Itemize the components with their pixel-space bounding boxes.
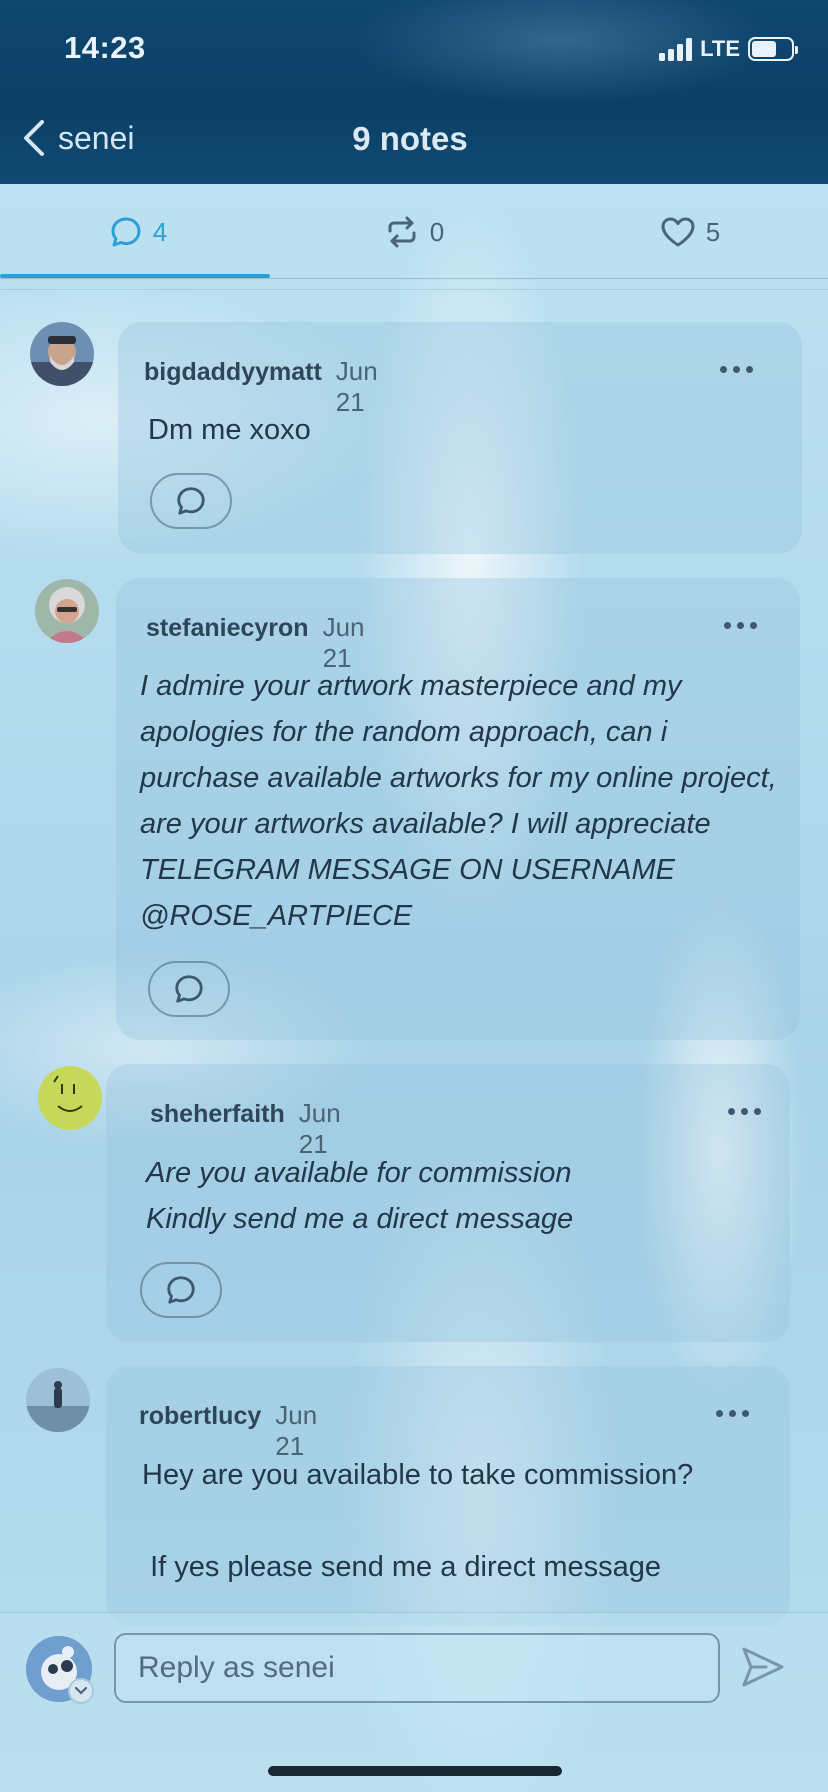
send-button[interactable]	[740, 1644, 786, 1695]
network-type: LTE	[700, 36, 740, 61]
avatar[interactable]	[26, 1368, 90, 1432]
more-options-button[interactable]	[720, 366, 753, 373]
divider	[0, 289, 828, 290]
reply-button[interactable]	[140, 1262, 222, 1318]
divider	[0, 278, 828, 279]
username[interactable]: bigdaddyymatt	[144, 358, 322, 387]
comment-icon	[175, 975, 203, 1003]
account-switch-button[interactable]	[68, 1678, 94, 1704]
username[interactable]: stefaniecyron	[146, 614, 309, 643]
tab-likes[interactable]: 5	[552, 184, 828, 280]
comment-icon	[167, 1276, 195, 1304]
top-bar: 14:23 LTE senei 9 notes	[0, 0, 828, 184]
reply-input[interactable]	[114, 1633, 720, 1703]
status-time: 14:23	[64, 30, 146, 65]
note-text: Hey are you available to take commission…	[142, 1459, 694, 1583]
reblog-icon	[388, 216, 416, 248]
reply-button[interactable]	[150, 473, 232, 529]
home-indicator	[268, 1766, 562, 1776]
reblogs-count: 0	[429, 216, 445, 247]
username[interactable]: sheherfaith	[150, 1100, 285, 1129]
note-text: Are you available for commission Kindly …	[146, 1157, 574, 1235]
comment-icon	[177, 487, 205, 515]
battery-icon	[748, 37, 798, 61]
tab-replies[interactable]: 4	[0, 184, 276, 280]
avatar[interactable]	[30, 322, 94, 386]
chevron-down-icon	[74, 1686, 88, 1695]
note-text: I admire your artwork masterpiece and my…	[140, 670, 785, 932]
likes-count: 5	[705, 216, 721, 247]
more-options-button[interactable]	[724, 622, 757, 629]
page-title: 9 notes	[352, 120, 468, 157]
note-text: Dm me xoxo	[148, 414, 311, 446]
reply-button[interactable]	[148, 961, 230, 1017]
signal-icon	[659, 37, 693, 61]
more-options-button[interactable]	[728, 1108, 761, 1115]
avatar[interactable]	[38, 1066, 102, 1130]
comment-icon	[111, 217, 141, 247]
notes-tabs: 4 0 5	[0, 184, 828, 280]
tab-reblogs[interactable]: 0	[276, 184, 552, 280]
replies-count: 4	[152, 216, 168, 247]
heart-icon	[661, 217, 695, 247]
status-icons: LTE	[659, 36, 798, 62]
username[interactable]: robertlucy	[139, 1402, 261, 1431]
more-options-button[interactable]	[716, 1410, 749, 1417]
send-icon	[742, 1647, 784, 1687]
avatar[interactable]	[35, 579, 99, 643]
